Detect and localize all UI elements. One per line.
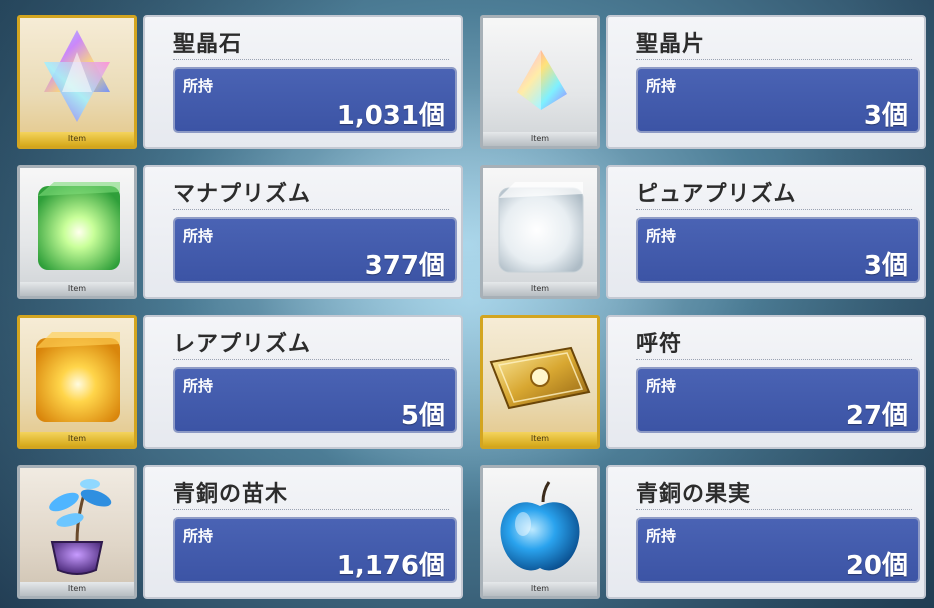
item-card-pure-prism[interactable]: Item ピュアプリズム 所持 3個: [480, 165, 926, 299]
quantity-box: 所持 1,031個: [173, 67, 457, 133]
item-count: 1,031個: [336, 101, 445, 131]
bronze-fruit-icon: [500, 481, 580, 571]
item-count: 377個: [364, 251, 445, 281]
item-card-summon-ticket[interactable]: Item 呼符 所持 27個: [480, 315, 926, 449]
item-name: ピュアプリズム: [636, 182, 797, 207]
quantity-box: 所持 1,176個: [173, 517, 457, 583]
item-tag: Item: [20, 132, 134, 146]
divider: [173, 209, 449, 210]
item-tag: Item: [20, 282, 134, 296]
divider: [636, 359, 912, 360]
item-grid: Item 聖晶石 所持 1,031個 Item 聖晶片 所持 3個 Item マ…: [0, 0, 934, 608]
item-icon-frame: Item: [17, 165, 137, 299]
owned-label: 所持: [183, 527, 214, 545]
divider: [636, 509, 912, 510]
item-name: 青銅の果実: [636, 482, 752, 507]
owned-label: 所持: [646, 77, 677, 95]
divider: [173, 359, 449, 360]
divider: [173, 509, 449, 510]
item-info-panel: 青銅の苗木 所持 1,176個: [143, 465, 463, 599]
quantity-box: 所持 3個: [636, 67, 920, 133]
owned-label: 所持: [183, 77, 214, 95]
item-tag: Item: [483, 582, 597, 596]
owned-label: 所持: [183, 227, 214, 245]
item-name: マナプリズム: [173, 182, 312, 207]
item-icon-frame: Item: [17, 315, 137, 449]
item-name: 聖晶片: [636, 32, 706, 57]
item-info-panel: ピュアプリズム 所持 3個: [606, 165, 926, 299]
item-card-bronze-fruit[interactable]: Item 青銅の果実 所持 20個: [480, 465, 926, 599]
item-info-panel: 呼符 所持 27個: [606, 315, 926, 449]
saint-quartz-fragment-icon: [517, 50, 567, 110]
item-info-panel: 青銅の果実 所持 20個: [606, 465, 926, 599]
item-card-saint-quartz-fragment[interactable]: Item 聖晶片 所持 3個: [480, 15, 926, 149]
item-tag: Item: [483, 282, 597, 296]
item-info-panel: 聖晶片 所持 3個: [606, 15, 926, 149]
item-card-bronze-sapling[interactable]: Item 青銅の苗木 所持 1,176個: [17, 465, 463, 599]
item-tag: Item: [483, 132, 597, 146]
item-icon-frame: Item: [17, 15, 137, 149]
item-tag: Item: [20, 582, 134, 596]
item-icon-frame: Item: [480, 165, 600, 299]
quantity-box: 所持 5個: [173, 367, 457, 433]
item-count: 20個: [845, 551, 908, 581]
item-icon-frame: Item: [480, 315, 600, 449]
item-tag: Item: [20, 432, 134, 446]
item-name: 青銅の苗木: [173, 482, 289, 507]
item-icon-frame: Item: [480, 465, 600, 599]
item-icon-frame: Item: [480, 15, 600, 149]
summon-ticket-icon: [489, 346, 591, 410]
owned-label: 所持: [646, 227, 677, 245]
owned-label: 所持: [646, 527, 677, 545]
quantity-box: 所持 27個: [636, 367, 920, 433]
item-count: 1,176個: [336, 551, 445, 581]
mana-prism-icon: [38, 182, 120, 270]
item-tag: Item: [483, 432, 597, 446]
item-card-mana-prism[interactable]: Item マナプリズム 所持 377個: [17, 165, 463, 299]
item-card-saint-quartz[interactable]: Item 聖晶石 所持 1,031個: [17, 15, 463, 149]
divider: [636, 209, 912, 210]
item-count: 27個: [845, 401, 908, 431]
item-info-panel: レアプリズム 所持 5個: [143, 315, 463, 449]
item-count: 5個: [400, 401, 445, 431]
rare-prism-icon: [36, 332, 120, 422]
bronze-sapling-icon: [49, 479, 112, 575]
item-name: 呼符: [636, 332, 683, 357]
item-info-panel: マナプリズム 所持 377個: [143, 165, 463, 299]
owned-label: 所持: [646, 377, 677, 395]
item-card-rare-prism[interactable]: Item レアプリズム 所持 5個: [17, 315, 463, 449]
divider: [636, 59, 912, 60]
item-name: レアプリズム: [173, 332, 312, 357]
item-count: 3個: [863, 101, 908, 131]
owned-label: 所持: [183, 377, 214, 395]
item-info-panel: 聖晶石 所持 1,031個: [143, 15, 463, 149]
saint-quartz-icon: [44, 30, 110, 122]
item-name: 聖晶石: [173, 32, 243, 57]
quantity-box: 所持 3個: [636, 217, 920, 283]
quantity-box: 所持 20個: [636, 517, 920, 583]
quantity-box: 所持 377個: [173, 217, 457, 283]
item-icon-frame: Item: [17, 465, 137, 599]
pure-prism-icon: [498, 182, 584, 273]
item-count: 3個: [863, 251, 908, 281]
divider: [173, 59, 449, 60]
